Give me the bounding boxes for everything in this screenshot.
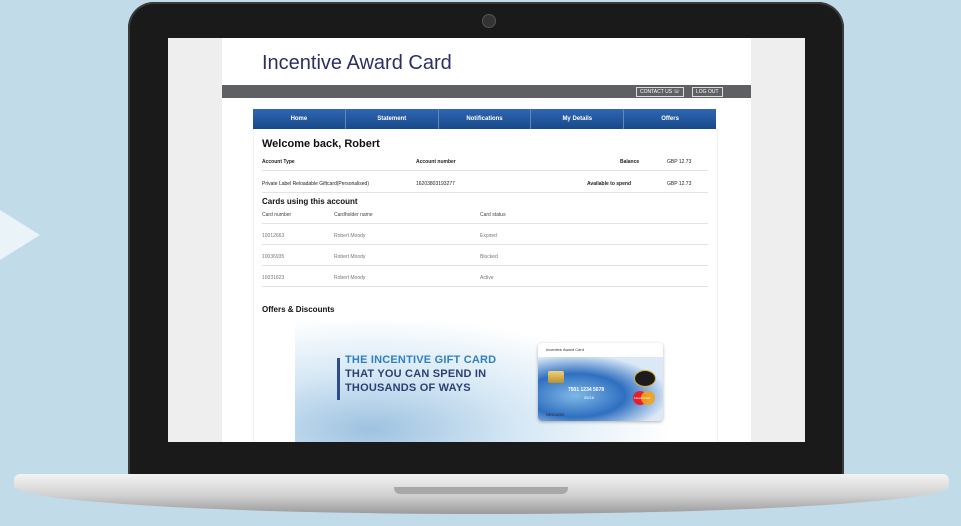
balance-header: Balance [620,159,640,165]
card-status-cell: Active [480,275,494,281]
divider [262,192,708,193]
col-card-status: Card status [480,212,506,218]
cardholder-cell: Robert Moody [334,254,366,260]
laptop-screen: Incentive Award Card CONTACT US ☏ LOG OU… [168,38,805,442]
divider [262,265,708,266]
card-status-cell: Blocked [480,254,498,260]
card-expiry-print: 05/16 [584,395,595,400]
main-content: Welcome back, Robert Account Type Accoun… [253,129,718,442]
card-number-cell: 10031823 [262,275,285,281]
card-number-cell: 10036935 [262,254,285,260]
contact-us-button[interactable]: CONTACT US ☏ [636,87,684,97]
cardholder-cell: Robert Moody [334,233,366,239]
gift-card-image: Incentive Award Card 7501 1234 5678 05/1… [538,343,663,421]
divider [262,170,708,171]
nav-home[interactable]: Home [253,109,346,129]
welcome-heading: Welcome back, Robert [262,138,380,150]
col-cardholder-name: Cardholder name [334,212,373,218]
divider [262,286,708,287]
cardholder-cell: Robert Moody [334,275,366,281]
promo-accent-bar [337,358,340,400]
available-label: Available to spend [587,181,631,187]
promo-line: THAT YOU CAN SPEND IN [345,368,487,380]
laptop-base [14,474,949,514]
divider [262,223,708,224]
promo-headline: THE INCENTIVE GIFT CARD [345,354,497,366]
card-number-print: 7501 1234 5678 [568,387,605,393]
camera-icon [482,14,496,28]
top-bar: CONTACT US ☏ LOG OUT [222,85,751,98]
main-nav: Home Statement Notifications My Details … [253,109,716,129]
offers-section-title: Offers & Discounts [262,305,335,314]
card-title: Incentive Award Card [546,347,584,352]
laptop-notch [394,487,568,494]
phone-icon: ☏ [673,89,680,95]
web-page: Incentive Award Card CONTACT US ☏ LOG OU… [222,38,751,442]
decorative-arrow [0,210,40,260]
mastercard-text: MasterCard [634,396,650,400]
nav-statement[interactable]: Statement [345,109,439,129]
promo-line: THOUSANDS OF WAYS [345,382,471,394]
page-title: Incentive Award Card [262,52,452,74]
card-number-cell: 10012663 [262,233,285,239]
offers-banner[interactable]: THE INCENTIVE GIFT CARD THAT YOU CAN SPE… [295,316,673,442]
divider [262,244,708,245]
cards-section-title: Cards using this account [262,197,358,206]
account-number-value: 16203803193277 [416,181,455,187]
contact-us-label: CONTACT US [640,89,673,95]
account-number-header: Account number [416,159,456,165]
log-out-button[interactable]: LOG OUT [692,87,723,97]
card-status-cell: Expired [480,233,497,239]
nav-offers[interactable]: Offers [624,109,716,129]
nav-my-details[interactable]: My Details [531,109,625,129]
card-brand-print: NRICARD [546,412,565,417]
balance-value: GBP 12.73 [667,159,692,165]
emblem-icon [634,370,656,387]
chip-icon [548,371,564,383]
account-type-header: Account Type [262,159,295,165]
col-card-number: Card number [262,212,292,218]
nav-notifications[interactable]: Notifications [438,109,532,129]
available-value: GBP 12.73 [667,181,692,187]
account-type-value: Private Label Reloadable Giftcard(Person… [262,181,370,187]
